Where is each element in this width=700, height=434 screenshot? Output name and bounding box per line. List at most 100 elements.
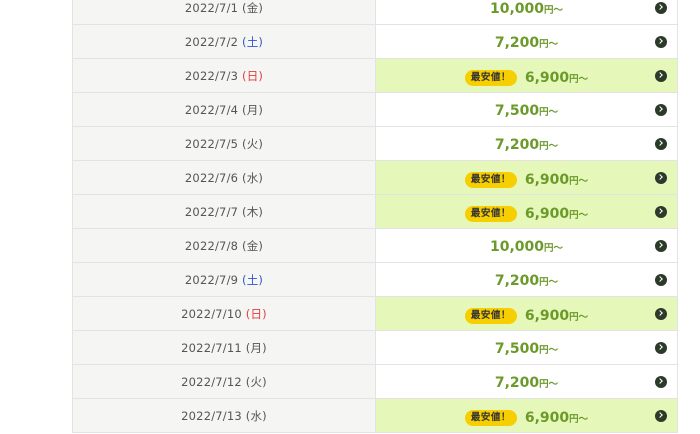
date-text: 2022/7/7 (184, 204, 239, 219)
price-wrap: 7,200 円～ (495, 375, 558, 391)
price-amount: 10,000 (489, 239, 544, 255)
price-amount: 7,500 (494, 341, 540, 357)
weekday-text: (火) (245, 374, 267, 389)
price-wrap: 7,200 円～ (495, 35, 558, 51)
price-calendar-table: 2022/7/1 (金) 10,000 円～ 2022/7/2 (土) 7,200 円～ 2… (72, 0, 678, 433)
cheapest-badge: 最安値！ (464, 206, 517, 222)
price-wrap: 7,200 円～ (495, 137, 558, 153)
price-row[interactable]: 2022/7/2 (土) 7,200 円～ (72, 24, 678, 59)
price-cell[interactable]: 7,200 円～ (375, 262, 678, 297)
price-row[interactable]: 2022/7/11 (月) 7,500 円～ (72, 330, 678, 365)
date-cell: 2022/7/12 (火) (72, 364, 376, 399)
chevron-right-icon[interactable] (655, 205, 667, 218)
date-cell: 2022/7/1 (金) (72, 0, 376, 25)
date-cell: 2022/7/9 (土) (72, 262, 376, 297)
chevron-right-icon[interactable] (655, 273, 667, 286)
date-text: 2022/7/4 (184, 102, 239, 117)
chevron-right-icon[interactable] (655, 341, 667, 354)
price-cell[interactable]: 最安値！ 6,900 円～ (375, 58, 678, 93)
date-cell: 2022/7/8 (金) (72, 228, 376, 263)
price-unit: 円～ (569, 175, 589, 187)
chevron-right-icon[interactable] (655, 137, 667, 150)
price-amount: 6,900 (524, 205, 570, 222)
price-row[interactable]: 2022/7/8 (金) 10,000 円～ (72, 228, 678, 263)
price-cell[interactable]: 最安値！ 6,900 円～ (375, 296, 678, 331)
price-wrap: 7,500 円～ (495, 341, 558, 357)
date-text: 2022/7/9 (184, 272, 239, 287)
price-row[interactable]: 2022/7/12 (火) 7,200 円～ (72, 364, 678, 399)
date-cell: 2022/7/3 (日) (72, 58, 376, 93)
price-unit: 円～ (569, 413, 589, 425)
chevron-right-icon[interactable] (655, 171, 667, 184)
price-unit: 円～ (539, 379, 559, 390)
weekday-text: (金) (242, 0, 264, 15)
chevron-right-icon[interactable] (655, 409, 667, 422)
chevron-right-icon[interactable] (655, 35, 667, 48)
price-row[interactable]: 2022/7/5 (火) 7,200 円～ (72, 126, 678, 161)
price-wrap: 最安値！ 6,900 円～ (464, 69, 588, 86)
chevron-right-icon[interactable] (655, 1, 667, 14)
chevron-right-icon[interactable] (655, 239, 667, 252)
price-unit: 円～ (544, 243, 564, 254)
price-cell[interactable]: 7,200 円～ (375, 364, 678, 399)
price-cell[interactable]: 最安値！ 6,900 円～ (375, 398, 678, 433)
price-wrap: 7,500 円～ (495, 103, 558, 119)
price-cell[interactable]: 最安値！ 6,900 円～ (375, 194, 678, 229)
price-row[interactable]: 2022/7/7 (木) 最安値！ 6,900 円～ (72, 194, 678, 229)
date-cell: 2022/7/7 (木) (72, 194, 376, 229)
price-wrap: 最安値！ 6,900 円～ (464, 308, 589, 324)
weekday-text: (水) (245, 408, 267, 423)
chevron-right-icon[interactable] (655, 69, 667, 82)
cheapest-badge: 最安値！ (464, 410, 517, 426)
price-unit: 円～ (544, 5, 564, 16)
date-cell: 2022/7/2 (土) (72, 24, 376, 59)
cheapest-badge: 最安値！ (464, 70, 517, 86)
weekday-text: (月) (245, 340, 267, 355)
price-cell[interactable]: 10,000 円～ (375, 0, 678, 25)
weekday-text: (金) (242, 238, 264, 253)
weekday-text: (火) (242, 136, 264, 151)
price-row[interactable]: 2022/7/9 (土) 7,200 円～ (72, 262, 678, 297)
date-text: 2022/7/2 (184, 34, 239, 49)
price-wrap: 7,200 円～ (495, 273, 558, 289)
chevron-right-icon[interactable] (655, 103, 667, 116)
chevron-right-icon[interactable] (655, 375, 667, 388)
price-amount: 7,200 (494, 273, 540, 289)
price-wrap: 10,000 円～ (490, 1, 563, 17)
price-unit: 円～ (569, 209, 589, 221)
price-unit: 円～ (539, 141, 559, 152)
date-text: 2022/7/1 (184, 0, 239, 15)
price-unit: 円～ (539, 345, 559, 356)
price-cell[interactable]: 7,500 円～ (375, 92, 678, 127)
price-cell[interactable]: 7,500 円～ (375, 330, 678, 365)
price-amount: 6,900 (524, 171, 570, 188)
price-wrap: 最安値！ 6,900 円～ (464, 410, 589, 426)
cheapest-badge: 最安値！ (464, 308, 517, 324)
chevron-right-icon[interactable] (655, 307, 667, 320)
price-cell[interactable]: 10,000 円～ (375, 228, 678, 263)
date-text: 2022/7/5 (184, 136, 239, 151)
date-text: 2022/7/12 (181, 374, 242, 389)
price-row[interactable]: 2022/7/13 (水) 最安値！ 6,900 円～ (72, 398, 678, 433)
price-row[interactable]: 2022/7/10 (日) 最安値！ 6,900 円～ (72, 296, 678, 331)
date-text: 2022/7/10 (181, 306, 242, 321)
price-wrap: 10,000 円～ (490, 239, 563, 255)
date-cell: 2022/7/10 (日) (72, 296, 376, 331)
price-row[interactable]: 2022/7/4 (月) 7,500 円～ (72, 92, 678, 127)
date-cell: 2022/7/5 (火) (72, 126, 376, 161)
weekday-text: (木) (242, 204, 264, 219)
price-unit: 円～ (539, 39, 559, 50)
price-amount: 7,200 (494, 137, 540, 153)
price-row[interactable]: 2022/7/1 (金) 10,000 円～ (72, 0, 678, 25)
weekday-text: (土) (242, 34, 264, 49)
price-cell[interactable]: 7,200 円～ (375, 126, 678, 161)
price-row[interactable]: 2022/7/3 (日) 最安値！ 6,900 円～ (72, 58, 678, 93)
price-cell[interactable]: 7,200 円～ (375, 24, 678, 59)
date-cell: 2022/7/11 (月) (72, 330, 376, 365)
price-row[interactable]: 2022/7/6 (水) 最安値！ 6,900 円～ (72, 160, 678, 195)
weekday-text: (月) (242, 102, 264, 117)
price-amount: 6,900 (524, 69, 570, 86)
date-text: 2022/7/3 (184, 68, 239, 83)
price-cell[interactable]: 最安値！ 6,900 円～ (375, 160, 678, 195)
price-unit: 円～ (569, 311, 589, 323)
